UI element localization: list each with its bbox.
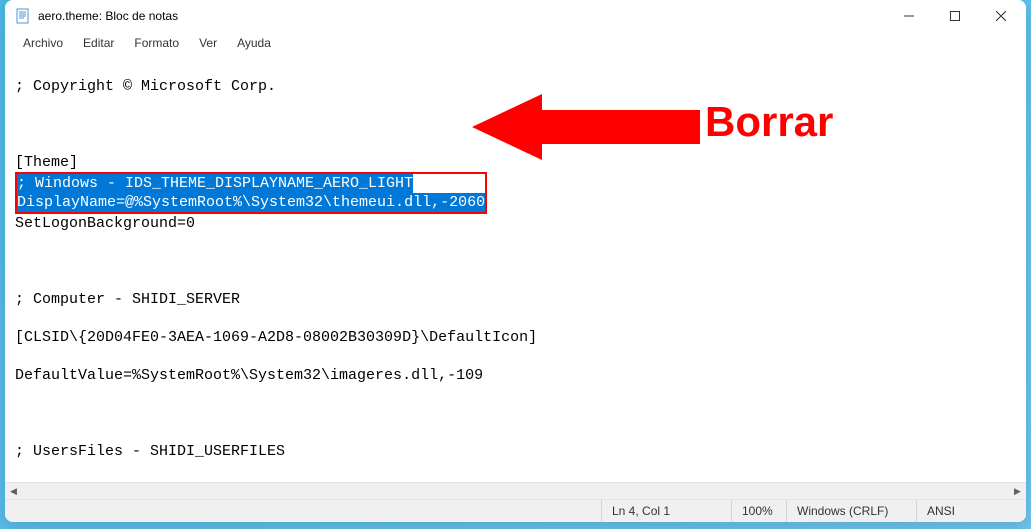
text-editor[interactable]: ; Copyright © Microsoft Corp. [Theme] ; W… <box>5 54 1026 482</box>
scroll-right-icon[interactable]: ▶ <box>1009 483 1026 500</box>
status-zoom: 100% <box>731 500 786 522</box>
statusbar: Ln 4, Col 1 100% Windows (CRLF) ANSI <box>5 499 1026 522</box>
editor-line: DefaultValue=%SystemRoot%\System32\image… <box>15 366 1016 385</box>
status-position: Ln 4, Col 1 <box>601 500 731 522</box>
window-title: aero.theme: Bloc de notas <box>38 9 886 23</box>
horizontal-scrollbar[interactable]: ◀ ▶ <box>5 482 1026 499</box>
editor-line: [CLSID\{20D04FE0-3AEA-1069-A2D8-08002B30… <box>15 328 1016 347</box>
editor-line: ; UsersFiles - SHIDI_USERFILES <box>15 442 1016 461</box>
annotated-selection-box: ; Windows - IDS_THEME_DISPLAYNAME_AERO_L… <box>15 172 487 214</box>
titlebar: aero.theme: Bloc de notas <box>5 0 1026 32</box>
editor-line: ; Computer - SHIDI_SERVER <box>15 290 1016 309</box>
menu-archivo[interactable]: Archivo <box>13 34 73 52</box>
menu-formato[interactable]: Formato <box>124 34 189 52</box>
notepad-window: aero.theme: Bloc de notas Archivo Editar… <box>5 0 1026 522</box>
selected-text: ; Windows - IDS_THEME_DISPLAYNAME_AERO_L… <box>17 174 413 193</box>
notepad-icon <box>15 8 31 24</box>
close-button[interactable] <box>978 1 1024 31</box>
maximize-button[interactable] <box>932 1 978 31</box>
status-line-ending: Windows (CRLF) <box>786 500 916 522</box>
window-controls <box>886 1 1024 31</box>
menu-editar[interactable]: Editar <box>73 34 124 52</box>
editor-line <box>15 115 1016 134</box>
scroll-left-icon[interactable]: ◀ <box>5 483 22 500</box>
editor-line <box>15 252 1016 271</box>
editor-line: ; Copyright © Microsoft Corp. <box>15 77 1016 96</box>
minimize-button[interactable] <box>886 1 932 31</box>
editor-line: SetLogonBackground=0 <box>15 214 1016 233</box>
status-encoding: ANSI <box>916 500 1026 522</box>
editor-line <box>15 404 1016 423</box>
menubar: Archivo Editar Formato Ver Ayuda <box>5 32 1026 54</box>
menu-ver[interactable]: Ver <box>189 34 227 52</box>
editor-line: [Theme] <box>15 153 1016 172</box>
selected-text: DisplayName=@%SystemRoot%\System32\theme… <box>17 193 485 212</box>
menu-ayuda[interactable]: Ayuda <box>227 34 281 52</box>
